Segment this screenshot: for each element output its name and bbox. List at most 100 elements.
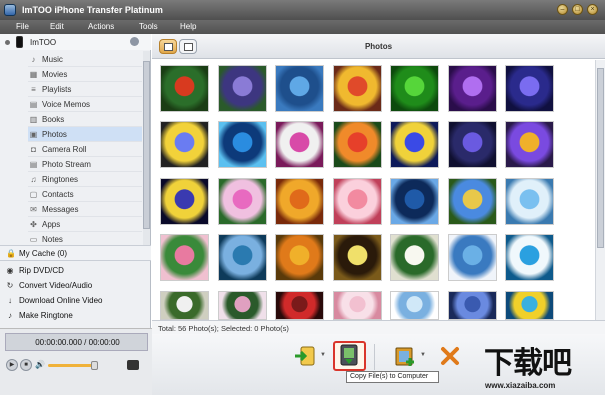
menu-file[interactable]: File xyxy=(16,22,29,31)
view-tabbar: Photos xyxy=(152,34,605,59)
sidebar-scrollbar[interactable] xyxy=(143,51,150,245)
delete-button[interactable] xyxy=(438,344,462,368)
photo-thumbnail[interactable] xyxy=(390,121,439,168)
photo-thumbnail[interactable] xyxy=(505,234,554,281)
add-to-itunes-button[interactable] xyxy=(393,344,417,368)
maximize-button[interactable]: □ xyxy=(572,4,583,15)
camera-icon: ◘ xyxy=(31,145,36,154)
device-row[interactable]: ImTOO xyxy=(0,34,151,50)
close-button[interactable]: × xyxy=(587,4,598,15)
music-icon: ♪ xyxy=(31,55,36,64)
my-cache-row[interactable]: 🔒 My Cache (0) xyxy=(0,245,151,261)
photo-thumbnail[interactable] xyxy=(448,65,497,112)
sidebar: ImTOO ♪ Music ▦ Movies ≡ Playlists ▤ Voice Memo… xyxy=(0,34,151,328)
photo-thumbnail[interactable] xyxy=(218,234,267,281)
photo-thumbnail[interactable] xyxy=(448,291,497,320)
sidebar-item-photos[interactable]: ▣ Photos xyxy=(28,127,142,142)
photo-thumbnail[interactable] xyxy=(333,178,382,225)
tool-download-online-video[interactable]: ↓ Download Online Video xyxy=(0,293,151,308)
tool-rip-dvd-cd[interactable]: ◉ Rip DVD/CD xyxy=(0,263,151,278)
photo-grid xyxy=(152,60,595,320)
import-dropdown-icon[interactable]: ▼ xyxy=(320,352,326,358)
menu-edit[interactable]: Edit xyxy=(50,22,64,31)
photo-thumbnail[interactable] xyxy=(160,291,209,320)
sidebar-scroll-thumb[interactable] xyxy=(143,61,150,229)
sidebar-item-books[interactable]: ▥ Books xyxy=(28,112,142,127)
sidebar-item-messages[interactable]: ✉ Messages xyxy=(28,202,142,217)
photo-thumbnail[interactable] xyxy=(448,234,497,281)
photo-stream-icon: ▤ xyxy=(29,160,38,169)
photo-thumbnail[interactable] xyxy=(275,178,324,225)
status-bar: Total: 56 Photo(s); Selected: 0 Photo(s) xyxy=(152,320,605,334)
ringtone-icon: ♪ xyxy=(8,311,12,320)
photo-thumbnail[interactable] xyxy=(275,121,324,168)
photo-thumbnail[interactable] xyxy=(333,121,382,168)
sidebar-item-label: Messages xyxy=(42,205,79,214)
photo-thumbnail[interactable] xyxy=(160,121,209,168)
photo-thumbnail[interactable] xyxy=(333,291,382,320)
notes-icon: ▭ xyxy=(29,235,38,244)
photo-thumbnail[interactable] xyxy=(505,121,554,168)
expand-dot-icon[interactable] xyxy=(5,40,10,45)
photo-thumbnail[interactable] xyxy=(160,178,209,225)
tool-make-ringtone[interactable]: ♪ Make Ringtone xyxy=(0,308,151,323)
copy-to-computer-button[interactable] xyxy=(333,341,366,371)
photo-thumbnail[interactable] xyxy=(275,291,324,320)
sidebar-item-contacts[interactable]: ▢ Contacts xyxy=(28,187,142,202)
photo-thumbnail[interactable] xyxy=(390,291,439,320)
photo-thumbnail[interactable] xyxy=(160,65,209,112)
sidebar-item-music[interactable]: ♪ Music xyxy=(28,52,142,67)
film-add-icon xyxy=(395,347,414,366)
page-title: Photos xyxy=(364,42,393,51)
tool-convert-video-audio[interactable]: ↻ Convert Video/Audio xyxy=(0,278,151,293)
grid-scrollbar[interactable] xyxy=(595,60,605,320)
add-dropdown-icon[interactable]: ▼ xyxy=(420,352,426,358)
message-icon: ✉ xyxy=(30,205,37,214)
play-icon[interactable]: ▶ xyxy=(6,359,18,371)
sidebar-item-voice-memos[interactable]: ▤ Voice Memos xyxy=(28,97,142,112)
photo-thumbnail[interactable] xyxy=(275,234,324,281)
photo-thumbnail[interactable] xyxy=(390,234,439,281)
photo-thumbnail[interactable] xyxy=(275,65,324,112)
title-bar: ImTOO iPhone Transfer Platinum – □ × xyxy=(0,0,605,20)
photo-thumbnail[interactable] xyxy=(160,234,209,281)
eject-icon[interactable] xyxy=(130,37,139,46)
book-icon: ▥ xyxy=(29,115,38,124)
photo-thumbnail[interactable] xyxy=(505,65,554,112)
sidebar-item-label: Contacts xyxy=(42,190,74,199)
volume-knob[interactable] xyxy=(91,361,98,370)
stop-icon[interactable]: ■ xyxy=(20,359,32,371)
sidebar-item-movies[interactable]: ▦ Movies xyxy=(28,67,142,82)
menu-actions[interactable]: Actions xyxy=(88,22,114,31)
photo-thumbnail[interactable] xyxy=(333,65,382,112)
tooltip: Copy File(s) to Computer xyxy=(346,371,439,383)
photo-thumbnail[interactable] xyxy=(390,65,439,112)
photo-thumbnail[interactable] xyxy=(218,65,267,112)
snapshot-camera-icon[interactable] xyxy=(127,360,139,370)
import-to-device-button[interactable] xyxy=(293,344,317,368)
photo-thumbnail[interactable] xyxy=(448,121,497,168)
sidebar-item-photo-stream[interactable]: ▤ Photo Stream xyxy=(28,157,142,172)
voice-memo-icon: ▤ xyxy=(29,100,38,109)
sidebar-item-ringtones[interactable]: ♫ Ringtones xyxy=(28,172,142,187)
sidebar-item-apps[interactable]: ✤ Apps xyxy=(28,217,142,232)
photo-thumbnail[interactable] xyxy=(218,178,267,225)
menu-help[interactable]: Help xyxy=(180,22,196,31)
sidebar-item-camera-roll[interactable]: ◘ Camera Roll xyxy=(28,142,142,157)
photo-thumbnail[interactable] xyxy=(218,121,267,168)
volume-slider[interactable] xyxy=(48,364,94,367)
sidebar-item-label: Notes xyxy=(42,235,63,244)
sidebar-item-playlists[interactable]: ≡ Playlists xyxy=(28,82,142,97)
photo-thumbnail[interactable] xyxy=(333,234,382,281)
speaker-icon[interactable]: 🔊 xyxy=(35,360,45,369)
photo-thumbnail[interactable] xyxy=(218,291,267,320)
photo-thumbnail[interactable] xyxy=(505,291,554,320)
grid-scroll-thumb[interactable] xyxy=(597,68,604,248)
photo-icon: ▣ xyxy=(29,130,38,139)
menu-tools[interactable]: Tools xyxy=(139,22,158,31)
photo-thumbnail[interactable] xyxy=(448,178,497,225)
minimize-button[interactable]: – xyxy=(557,4,568,15)
photo-thumbnail[interactable] xyxy=(505,178,554,225)
toolbar-divider xyxy=(374,344,375,370)
photo-thumbnail[interactable] xyxy=(390,178,439,225)
